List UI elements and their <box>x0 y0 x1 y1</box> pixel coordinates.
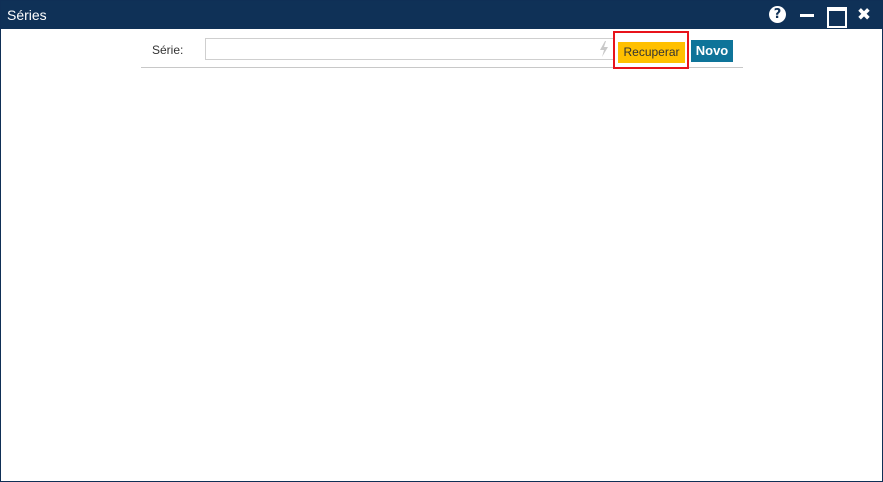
serie-label: Série: <box>152 43 184 57</box>
help-icon[interactable]: ? <box>769 6 786 23</box>
series-window: Séries ? ✖ Série: Recuperar Novo <box>0 0 883 482</box>
lightning-icon[interactable] <box>599 41 609 57</box>
search-toolbar: Série: Recuperar Novo <box>141 38 743 68</box>
recuperar-button[interactable]: Recuperar <box>618 42 685 63</box>
minimize-icon[interactable] <box>799 6 817 24</box>
title-bar: Séries ? ✖ <box>1 1 882 29</box>
maximize-icon[interactable] <box>827 6 847 28</box>
content-area <box>1 71 882 481</box>
window-title: Séries <box>7 7 47 23</box>
serie-input[interactable] <box>205 38 614 60</box>
novo-button[interactable]: Novo <box>691 40 733 62</box>
close-icon[interactable]: ✖ <box>855 6 873 24</box>
